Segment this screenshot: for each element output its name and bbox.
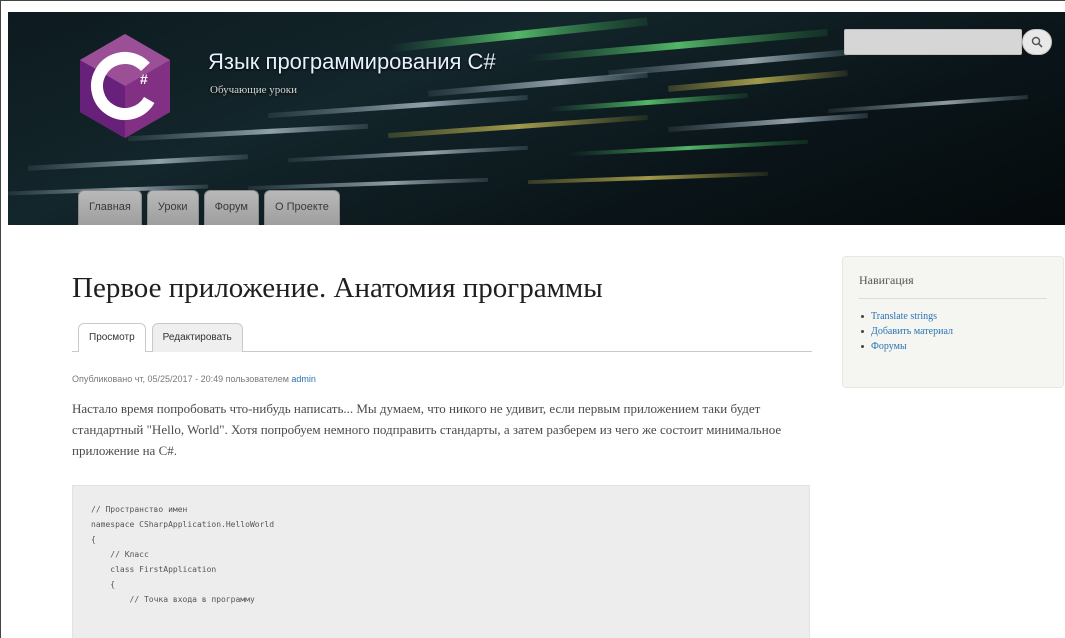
svg-text:#: # bbox=[140, 71, 148, 87]
article-intro: Настало время попробовать что-нибудь нап… bbox=[72, 401, 782, 458]
main-menu: Главная Уроки Форум О Проекте bbox=[78, 190, 340, 225]
page-title: Первое приложение. Анатомия программы bbox=[72, 272, 603, 304]
local-tabs: Просмотр Редактировать bbox=[72, 320, 812, 352]
submitted-info: Опубликовано чт, 05/25/2017 - 20:49 поль… bbox=[72, 374, 316, 384]
site-slogan: Обучающие уроки bbox=[210, 84, 297, 96]
code-block: // Пространство имен namespace CSharpApp… bbox=[72, 485, 810, 638]
site-name[interactable]: Язык программирования C# bbox=[208, 49, 496, 75]
sidebar-item-forums[interactable]: Форумы bbox=[859, 339, 1047, 354]
main-menu-home[interactable]: Главная bbox=[78, 190, 142, 225]
search-icon bbox=[1031, 36, 1043, 48]
main-menu-about[interactable]: О Проекте bbox=[263, 190, 340, 225]
tab-view[interactable]: Просмотр bbox=[78, 323, 146, 352]
submitted-text: Опубликовано чт, 05/25/2017 - 20:49 поль… bbox=[72, 374, 289, 384]
sidebar-navigation: Навигация Translate strings Добавить мат… bbox=[842, 256, 1064, 388]
search-input[interactable] bbox=[844, 29, 1022, 55]
sidebar-item-add-content[interactable]: Добавить материал bbox=[859, 324, 1047, 339]
author-link[interactable]: admin bbox=[291, 374, 316, 384]
main-menu-lessons[interactable]: Уроки bbox=[146, 190, 199, 225]
tab-edit[interactable]: Редактировать bbox=[151, 323, 243, 352]
sidebar-item-translate-strings[interactable]: Translate strings bbox=[859, 309, 1047, 324]
sidebar-list: Translate strings Добавить материал Фору… bbox=[859, 309, 1047, 354]
csharp-logo: # bbox=[80, 34, 170, 138]
main-menu-forum[interactable]: Форум bbox=[203, 190, 259, 225]
sidebar-title: Навигация bbox=[859, 273, 1047, 299]
search-button[interactable] bbox=[1022, 29, 1052, 55]
site-header: # Язык программирования C# Обучающие уро… bbox=[8, 12, 1065, 225]
